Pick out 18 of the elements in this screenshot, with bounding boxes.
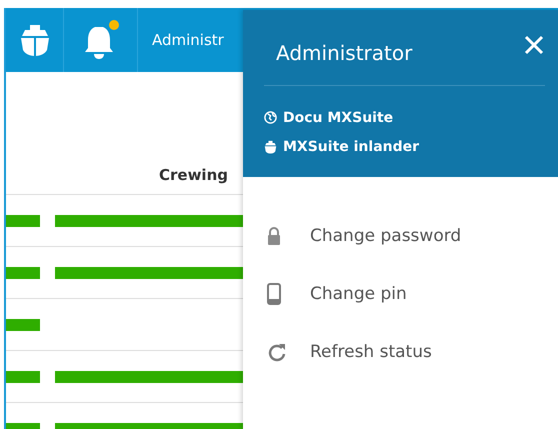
status-bar	[6, 266, 40, 278]
lock-icon	[267, 227, 281, 245]
context-link[interactable]: Docu MXSuite	[283, 110, 394, 126]
menu-item[interactable]: Change pin	[243, 265, 558, 323]
ship-icon	[264, 140, 277, 154]
column-header: Crewing	[159, 166, 228, 186]
context-link[interactable]: MXSuite inlander	[283, 138, 420, 154]
phone-icon	[267, 283, 281, 305]
globe-icon	[264, 111, 277, 124]
status-bar	[6, 214, 40, 226]
refresh-icon	[267, 342, 287, 362]
close-icon[interactable]	[523, 34, 545, 56]
menu-item[interactable]: Refresh status	[243, 323, 558, 381]
status-bar	[6, 370, 40, 382]
menu-item[interactable]: Change password	[243, 207, 558, 265]
status-bar	[6, 318, 40, 330]
ship-icon[interactable]	[18, 23, 50, 57]
panel-title: Administrator	[276, 40, 412, 64]
